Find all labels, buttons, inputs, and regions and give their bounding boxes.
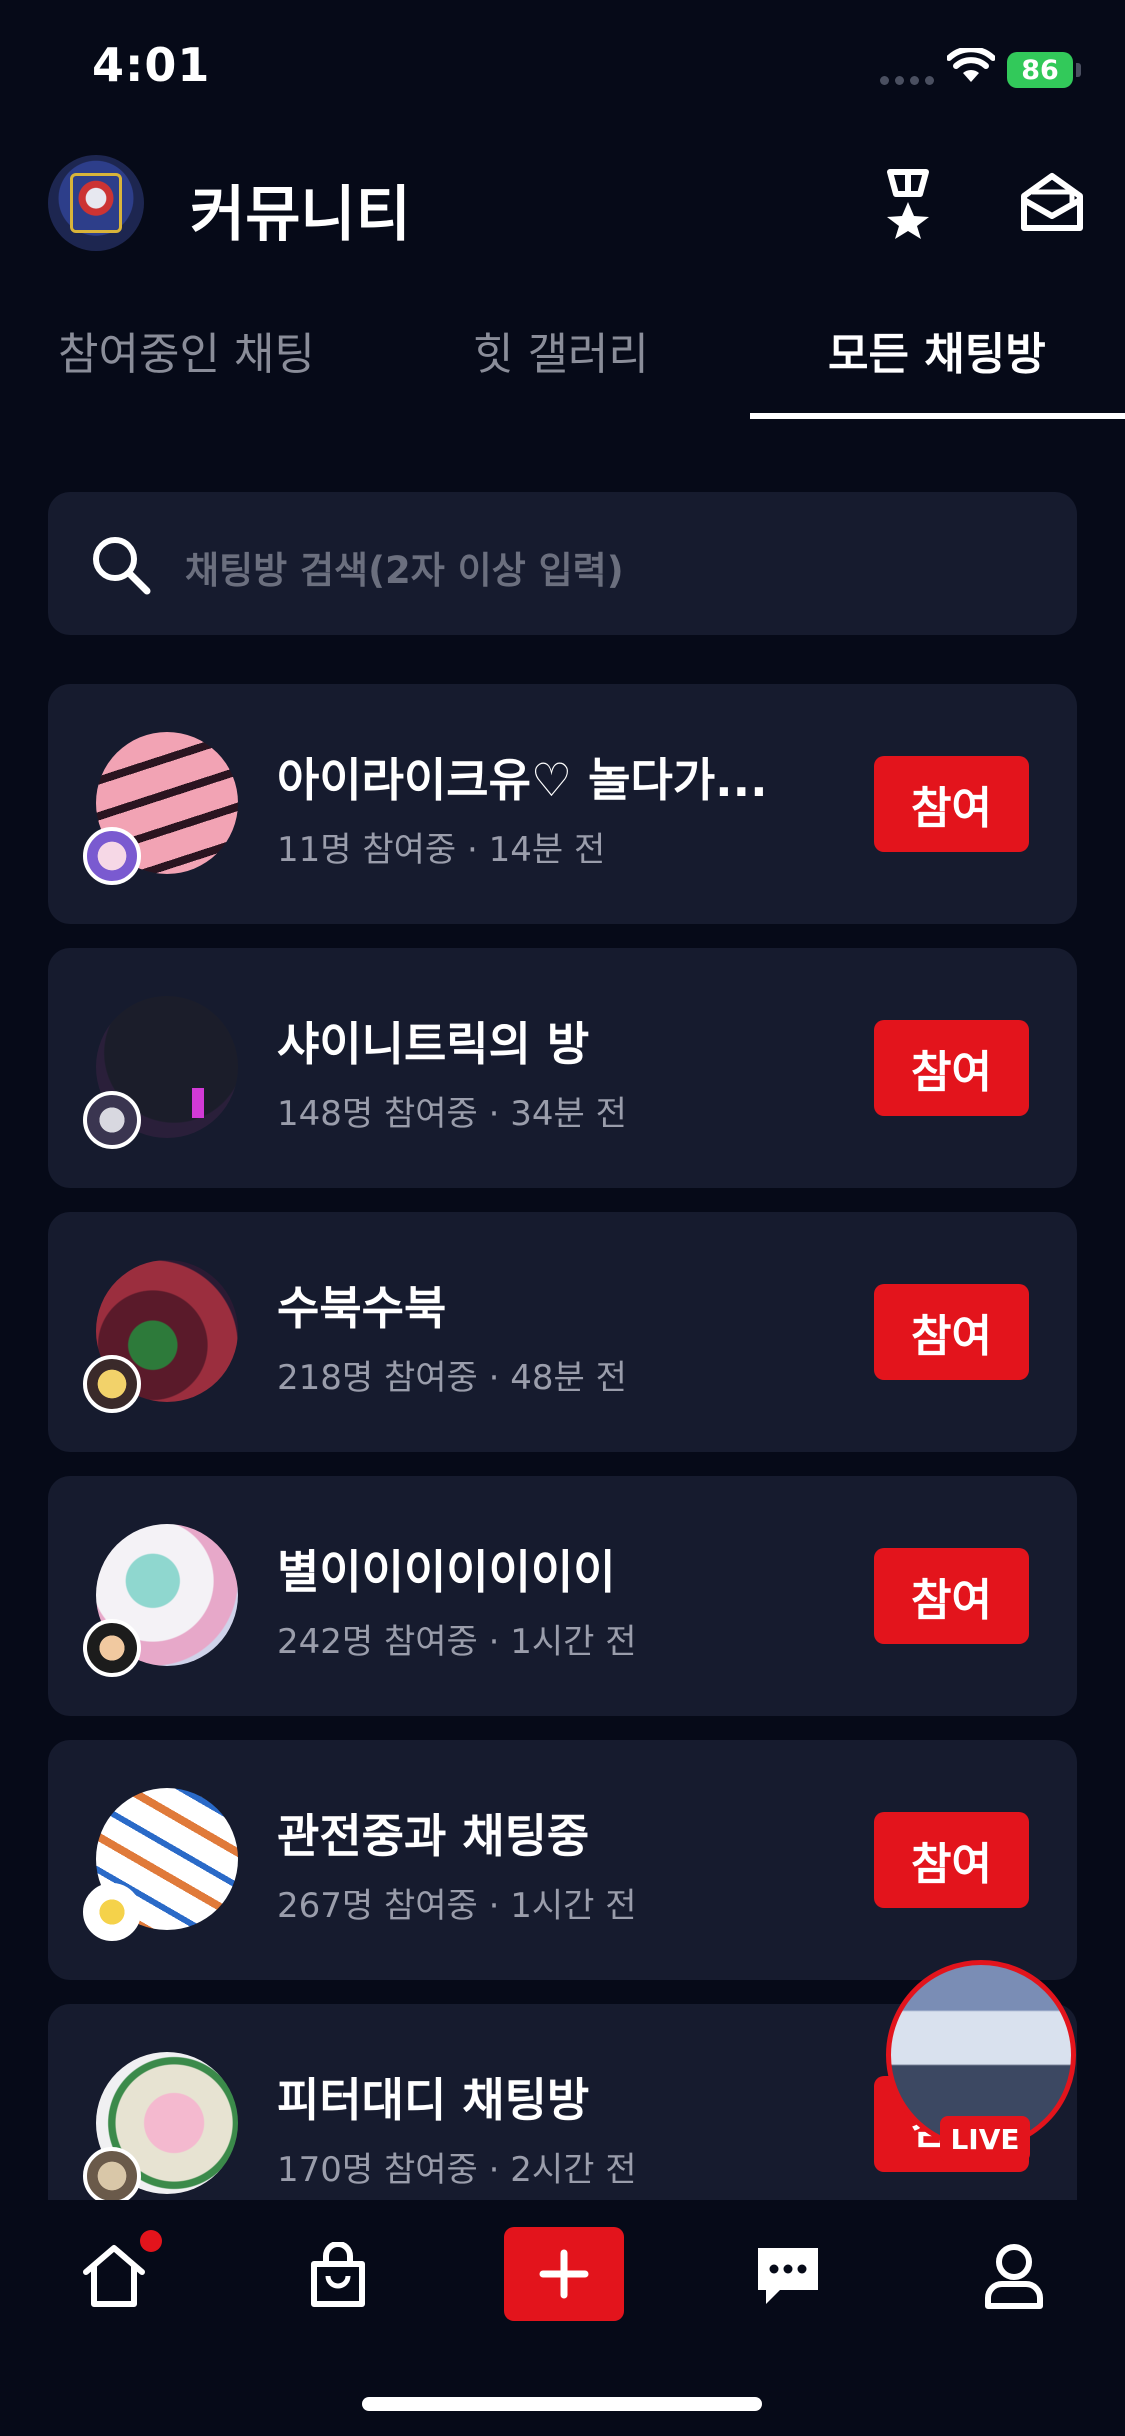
home-icon[interactable] [78, 2242, 150, 2310]
notification-dot [140, 2230, 162, 2252]
join-button[interactable]: 참여 [874, 1020, 1029, 1116]
tab-joined-chats[interactable]: 참여중인 채팅 [58, 318, 315, 382]
host-avatar [83, 1355, 141, 1413]
tab-hit-gallery[interactable]: 힛 갤러리 [473, 318, 649, 382]
chatroom-title: 관전중과 채팅중 [277, 1809, 590, 1863]
medal-icon[interactable] [876, 168, 940, 240]
chatroom-title: 피터대디 채팅방 [277, 2073, 590, 2127]
chatroom-meta: 148명 참여중 · 34분 전 [277, 1094, 627, 1134]
chatroom-meta: 267명 참여중 · 1시간 전 [277, 1886, 637, 1926]
home-indicator [362, 2397, 762, 2411]
signal-icon [880, 76, 934, 85]
chatroom-title: 별이이이이이이이 [277, 1545, 616, 1599]
host-avatar [83, 2147, 141, 2205]
chatroom-meta: 242명 참여중 · 1시간 전 [277, 1622, 637, 1662]
chatroom-title: 샤이니트릭의 방 [277, 1017, 590, 1071]
tab-all-chatrooms[interactable]: 모든 채팅방 [828, 318, 1046, 382]
profile-icon[interactable] [982, 2242, 1046, 2310]
mailbox-icon[interactable] [1018, 170, 1086, 234]
live-badge: LIVE [940, 2116, 1030, 2162]
shopping-bag-icon[interactable] [306, 2242, 370, 2310]
chatroom-card[interactable]: 샤이니트릭의 방 148명 참여중 · 34분 전 참여 [48, 948, 1077, 1188]
plus-icon [539, 2249, 589, 2299]
create-button[interactable] [504, 2227, 624, 2321]
page-title: 커뮤니티 [190, 180, 411, 250]
host-avatar [83, 1619, 141, 1677]
join-button[interactable]: 참여 [874, 1548, 1029, 1644]
active-tab-indicator [750, 413, 1125, 419]
host-avatar [83, 1883, 141, 1941]
battery-level: 86 [1021, 54, 1059, 86]
status-time: 4:01 [92, 38, 211, 92]
chatroom-card[interactable]: 수북수북 218명 참여중 · 48분 전 참여 [48, 1212, 1077, 1452]
battery-indicator: 86 [1007, 52, 1073, 88]
battery-tip [1076, 63, 1081, 77]
search-input[interactable]: 채팅방 검색(2자 이상 입력) [48, 492, 1077, 635]
search-icon [93, 537, 151, 595]
host-avatar [83, 827, 141, 885]
chatroom-meta: 170명 참여중 · 2시간 전 [277, 2150, 637, 2190]
chatroom-meta: 218명 참여중 · 48분 전 [277, 1358, 627, 1398]
chat-bubble-icon[interactable] [754, 2242, 822, 2308]
chatroom-card[interactable]: 아이라이크유♡ 놀다가... 11명 참여중 · 14분 전 참여 [48, 684, 1077, 924]
wifi-icon [947, 48, 995, 82]
host-avatar [83, 1091, 141, 1149]
search-placeholder: 채팅방 검색(2자 이상 입력) [185, 549, 624, 592]
join-button[interactable]: 참여 [874, 1812, 1029, 1908]
chatroom-title: 수북수북 [277, 1281, 447, 1335]
chatroom-title: 아이라이크유♡ 놀다가... [277, 753, 768, 807]
chatroom-meta: 11명 참여중 · 14분 전 [277, 830, 606, 870]
join-button[interactable]: 참여 [874, 756, 1029, 852]
chatroom-card[interactable]: 별이이이이이이이 242명 참여중 · 1시간 전 참여 [48, 1476, 1077, 1716]
chatroom-card[interactable]: 관전중과 채팅중 267명 참여중 · 1시간 전 참여 [48, 1740, 1077, 1980]
join-button[interactable]: 참여 [874, 1284, 1029, 1380]
status-bar: 4:01 86 [0, 0, 1125, 140]
profile-avatar[interactable] [48, 155, 144, 251]
